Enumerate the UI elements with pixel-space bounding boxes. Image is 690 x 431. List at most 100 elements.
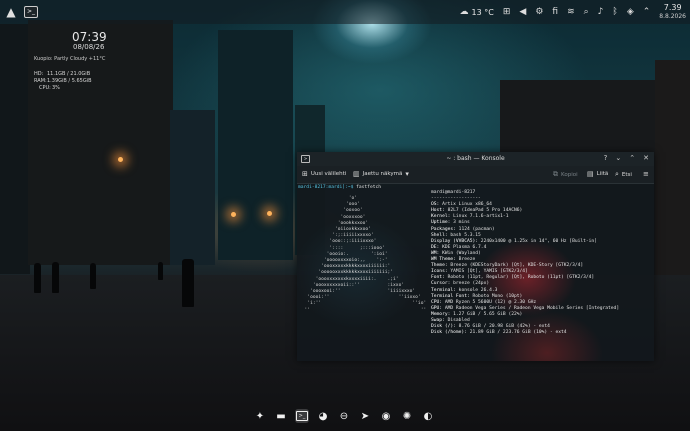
find-button[interactable]: ⌕ Etsi — [615, 170, 632, 179]
keyboard-layout-icon[interactable]: fi — [552, 7, 558, 17]
widget-time: 07:39 — [72, 30, 107, 44]
info-key: Disk (/home): — [431, 330, 470, 336]
logo-line: '' '' — [299, 307, 427, 313]
info-key: Font: — [431, 275, 448, 281]
browser-icon[interactable]: ⊖ — [337, 409, 351, 423]
info-value: AMD Radeon Vega Series / Radeon Vega Mob… — [444, 305, 620, 311]
prompt-host: mardi-8217: — [298, 185, 329, 190]
info-value: Disabled — [447, 317, 470, 323]
fastfetch-info: mardi@mardi-8217 ------------------ OS: Ar… — [431, 190, 619, 336]
bell-icon[interactable]: ♪ — [598, 7, 604, 17]
weather-temp: 13 °C — [471, 7, 494, 17]
split-view-button[interactable]: ▥ Jaettu näkymä ▾ — [353, 170, 409, 178]
logo-line: 'i:'' ''io' — [299, 301, 427, 307]
expand-tray-icon[interactable]: ⌃ — [643, 7, 651, 17]
application-launcher-icon[interactable]: ▲ — [4, 5, 18, 19]
info-key: Cursor: — [431, 281, 454, 287]
copy-icon: ⧉ — [553, 170, 558, 178]
info-key: Memory: — [431, 311, 454, 317]
new-tab-button[interactable]: ⊞ Uusi välilehti — [302, 170, 346, 178]
info-key: DE: — [431, 244, 443, 250]
terminal-command-line[interactable]: mardi-8217:mardi]:~$ fastfetch — [298, 185, 381, 191]
close-button[interactable]: ✕ — [643, 154, 649, 162]
terminal-icon[interactable]: >_ — [295, 409, 309, 423]
info-value: konsole 26.4.3 — [458, 287, 498, 293]
find-label: Etsi — [621, 171, 632, 178]
paste-button[interactable]: ▤ Liitä — [587, 170, 608, 178]
volume-icon[interactable]: ◀ — [519, 7, 526, 17]
steam-icon[interactable]: ◉ — [379, 409, 393, 423]
widget-weather: Kuopio: Partly Cloudy +11°C — [34, 56, 106, 62]
info-value: 2240x1400 @ 1.25x in 14", 60 Hz [Built-i… — [480, 238, 597, 244]
info-value: 1.27 GiB / 5.65 GiB (22%) — [453, 311, 523, 317]
digital-clock[interactable]: 7.39 8.8.2026 — [659, 3, 686, 21]
hamburger-menu-icon[interactable]: ≡ — [643, 170, 649, 178]
paste-icon: ▤ — [587, 170, 594, 178]
chevron-down-icon: ▾ — [405, 170, 409, 178]
command-text: fastfetch — [353, 185, 382, 190]
info-value: YAMIS [Qt], YAMIS [GTK2/3/4] — [450, 269, 528, 275]
info-value: breeze (24px) — [453, 281, 490, 287]
settings-icon[interactable]: ⚙ — [535, 7, 543, 17]
maximize-button[interactable]: ⌃ — [629, 154, 635, 162]
copy-button[interactable]: ⧉ Kopioi — [553, 170, 578, 179]
bottom-dock: ✦ ▬ >_ ◕ ⊖ ➤ ◉ ✺ ◐ — [246, 405, 442, 427]
search-icon[interactable]: ⌕ — [584, 7, 589, 17]
info-key: Packages: — [431, 226, 459, 232]
info-key: Icons: — [431, 269, 451, 275]
info-value: AMD Ryzen 5 5600U (12) @ 2.30 GHz — [444, 299, 537, 305]
info-line: Disk (/home): 21.89 GiB / 223.76 GiB (10… — [431, 330, 619, 336]
info-key: OS: — [431, 202, 443, 208]
info-value: 21.89 GiB / 223.76 GiB (10%) - ext4 — [469, 330, 567, 336]
konsole-toolbar: ⊞ Uusi välilehti ▥ Jaettu näkymä ▾ ⧉ Kop… — [297, 166, 654, 184]
help-icon[interactable]: ? — [604, 154, 608, 162]
plasma-icon[interactable]: ✦ — [253, 409, 267, 423]
shield-icon[interactable]: ◈ — [627, 7, 634, 17]
widget-ram-value: 1.39GiB / 5.65GiB — [47, 78, 92, 84]
info-key: Disk (/): — [431, 324, 459, 330]
telegram-icon[interactable]: ➤ — [358, 409, 372, 423]
firefox-icon[interactable]: ◕ — [316, 409, 330, 423]
info-value: 82L7 (IdeaPad 5 Pro 14ACN6) — [447, 208, 523, 214]
info-key: Terminal Font: — [431, 293, 473, 299]
info-value: mardi@mardi-8217 — [431, 190, 476, 195]
weather-icon: ☁ — [459, 7, 469, 17]
konsole-window[interactable]: > ~ : bash — Konsole ? ⌄ ⌃ ✕ ⊞ Uusi väli… — [297, 152, 654, 361]
widget-date: 08/08/26 — [73, 43, 105, 51]
menu-grid-icon[interactable]: ⊞ — [503, 7, 511, 17]
widget-hd-value: 11.1GB / 21.0GiB — [47, 71, 91, 77]
search-icon: ⌕ — [615, 170, 619, 178]
info-value: Roboto Mono (10pt) — [472, 293, 523, 299]
info-key: WM Theme: — [431, 257, 459, 263]
network-icon[interactable]: ≋ — [567, 7, 575, 17]
info-key: CPU: — [431, 299, 445, 305]
info-key: Theme: — [431, 263, 451, 269]
weather-applet[interactable]: ☁ 13 °C — [460, 7, 494, 17]
info-value: 1124 (pacman) — [458, 226, 495, 232]
bluetooth-icon[interactable]: ᛒ — [612, 7, 617, 17]
widget-cpu-value: 3% — [52, 85, 60, 91]
info-value: Breeze — [458, 257, 476, 263]
info-value: KWin (Wayland) — [442, 250, 481, 256]
info-key: WM: — [431, 250, 443, 256]
web-icon[interactable]: ✺ — [400, 409, 414, 423]
widget-cpu-label: CPU: — [39, 85, 51, 91]
prompt-path: mardi]:~$ — [328, 185, 354, 190]
info-key: GPU: — [431, 305, 445, 311]
paste-label: Liitä — [596, 171, 609, 177]
info-key: Uptime: — [431, 220, 454, 226]
info-value: ------------------ — [431, 196, 481, 202]
clock-time: 7.39 — [663, 3, 682, 12]
split-view-label: Jaettu näkymä — [362, 171, 403, 177]
info-value: Breeze (KDEStoryDark) [Qt], KDE-Story [G… — [450, 263, 584, 269]
konsole-task-button[interactable]: >_ — [24, 6, 38, 18]
clock-date: 8.8.2026 — [659, 13, 686, 20]
info-value: 3 mins — [453, 220, 470, 226]
top-panel: ▲ >_ ☁ 13 °C ⊞ ◀ ⚙ fi ≋ ⌕ ♪ ᛒ ◈ ⌃ 7.39 8… — [0, 0, 690, 24]
widget-hd-label: HD: — [34, 71, 44, 77]
file-manager-icon[interactable]: ▬ — [274, 409, 288, 423]
minimize-button[interactable]: ⌄ — [615, 154, 621, 162]
window-titlebar[interactable]: > ~ : bash — Konsole ? ⌄ ⌃ ✕ — [297, 152, 654, 167]
media-icon[interactable]: ◐ — [421, 409, 435, 423]
info-value: 8.76 GiB / 20.98 GiB (42%) - ext4 — [458, 324, 550, 330]
